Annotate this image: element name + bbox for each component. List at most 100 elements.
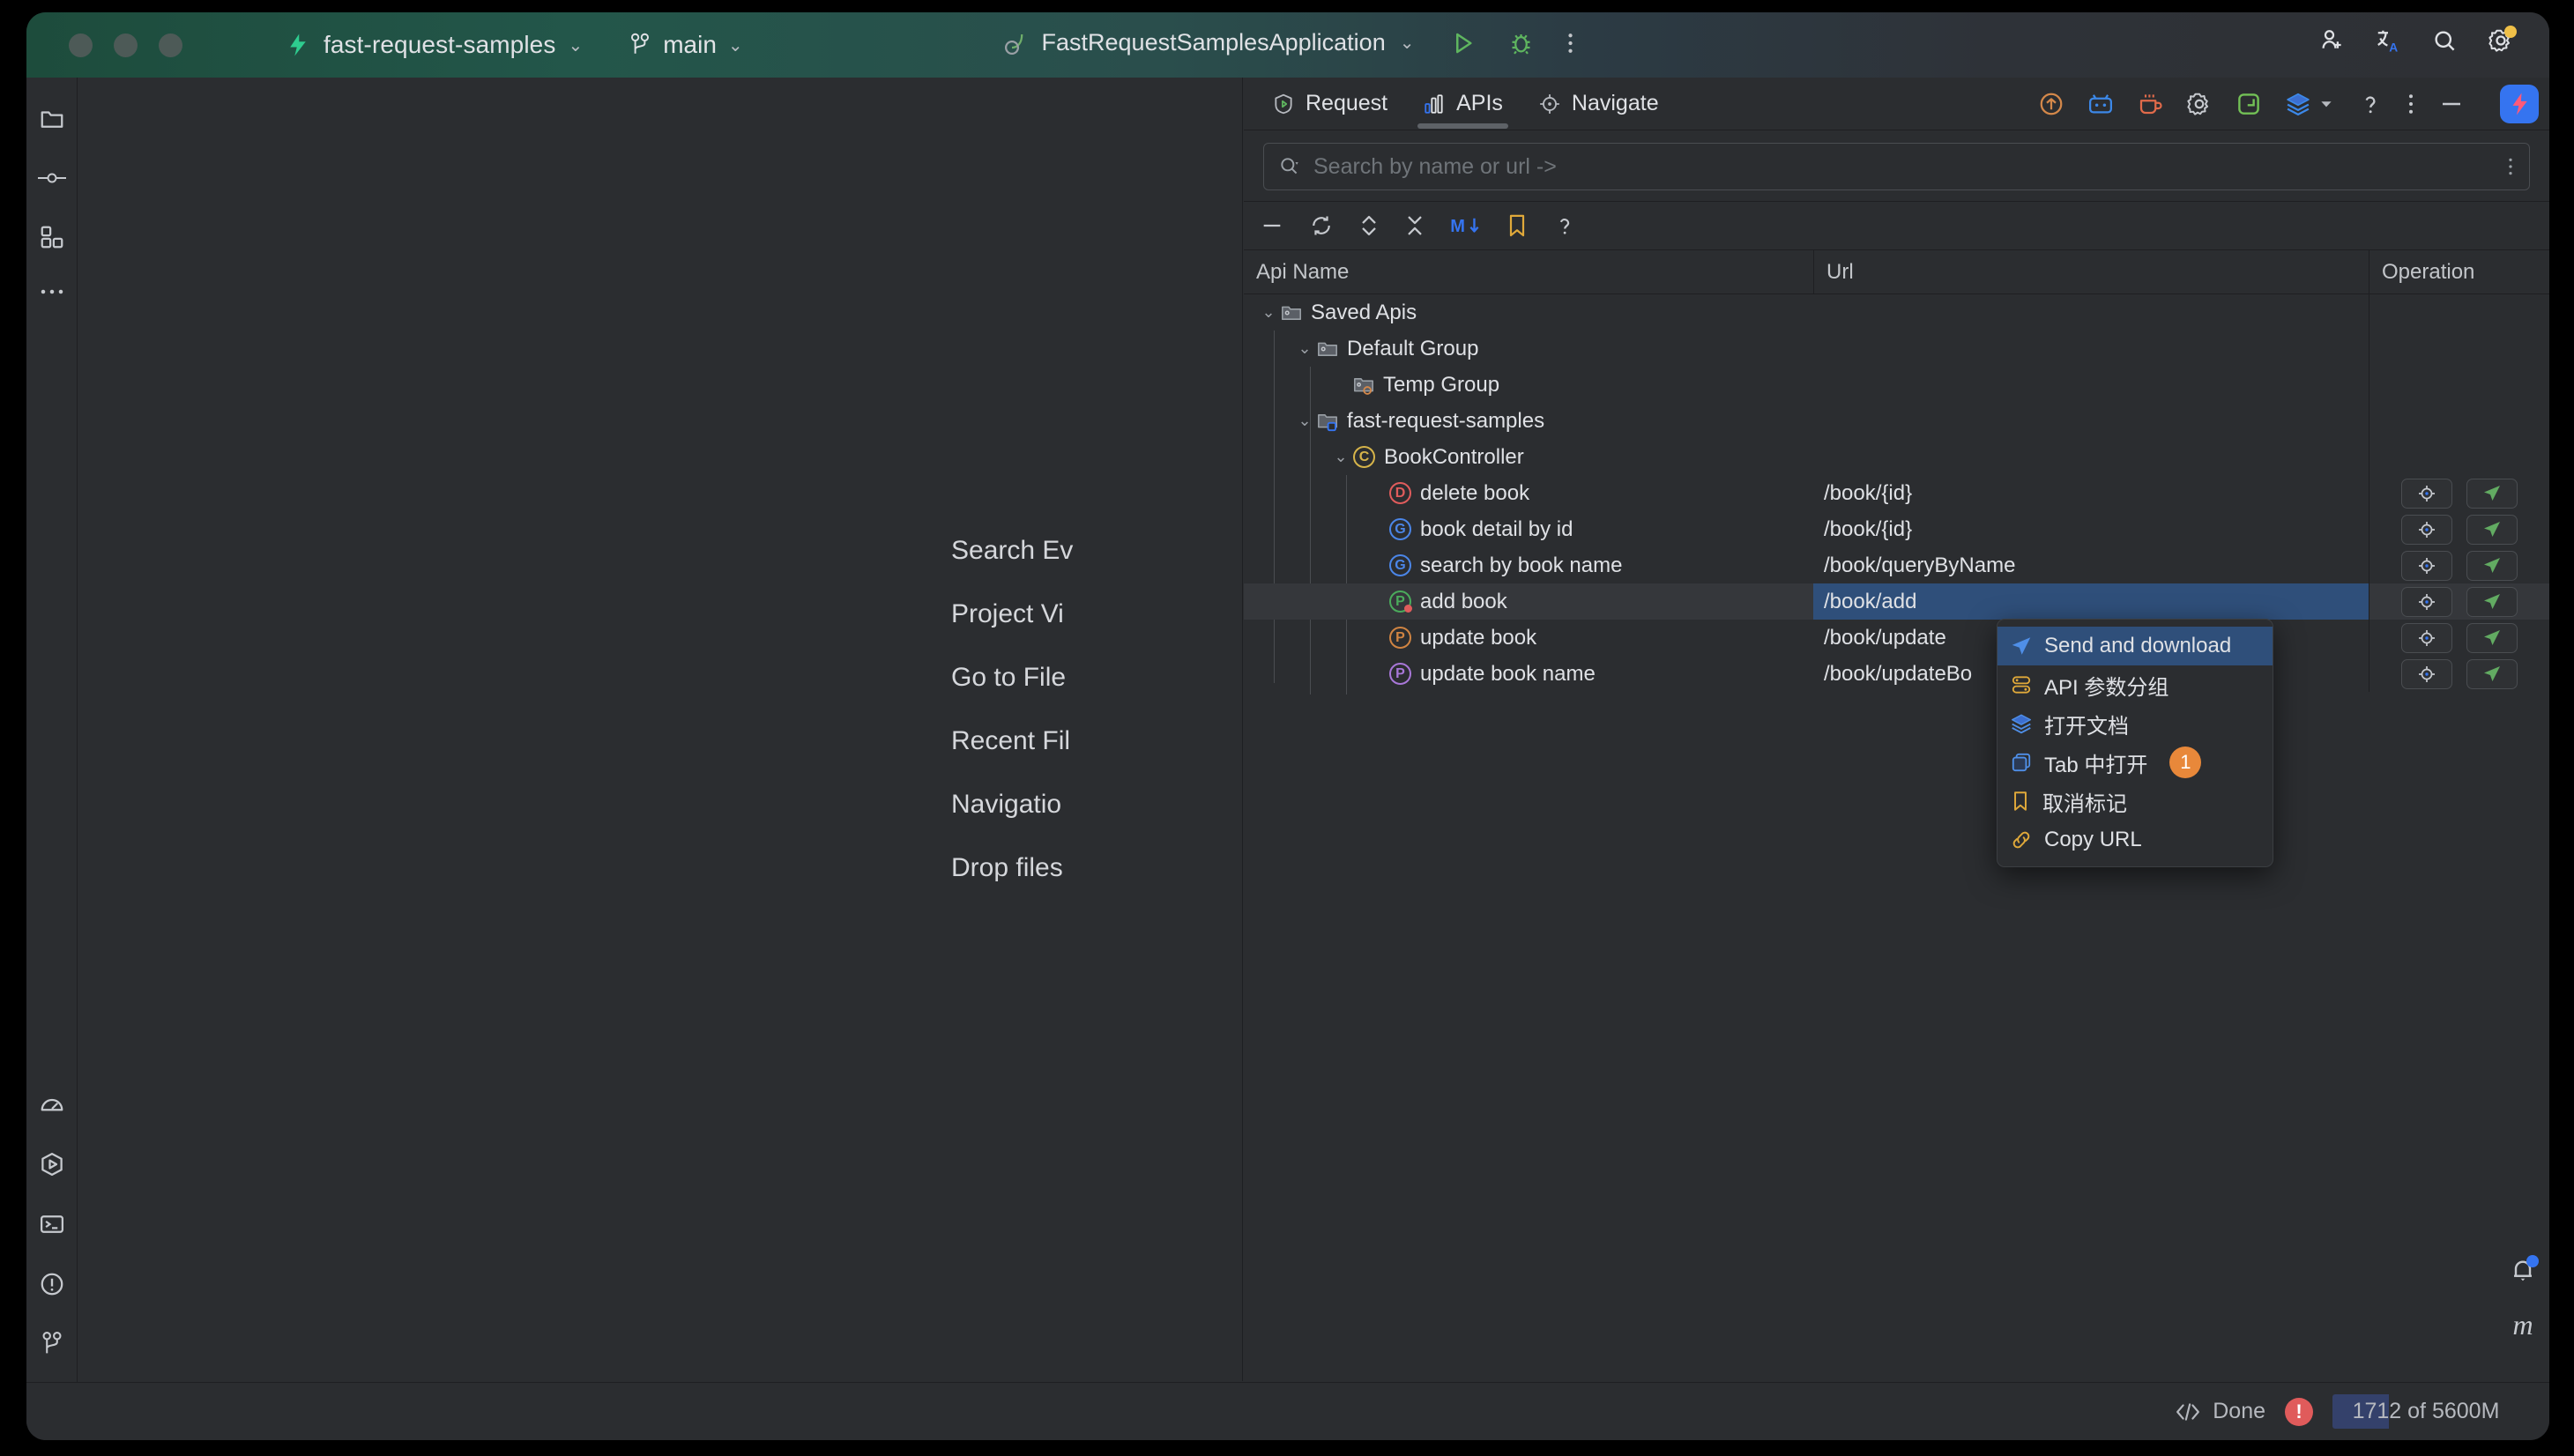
column-header-operation[interactable]: Operation: [2369, 250, 2549, 293]
run-config-name[interactable]: FastRequestSamplesApplication: [1042, 29, 1386, 56]
expand-frame-icon[interactable]: [2236, 91, 2262, 117]
minus-icon[interactable]: [1260, 213, 1284, 238]
chevron-down-icon[interactable]: ⌄: [1292, 412, 1317, 430]
chevron-down-icon[interactable]: ⌄: [1292, 339, 1317, 358]
chevron-down-icon[interactable]: [2318, 96, 2334, 112]
more-actions-button[interactable]: [1566, 30, 1574, 56]
window-controls[interactable]: [69, 33, 182, 57]
send-request-button[interactable]: [2466, 550, 2518, 581]
layers-icon[interactable]: [2285, 91, 2311, 117]
table-row[interactable]: ⌄ Default Group: [1244, 331, 2549, 367]
row-api-name[interactable]: ⌄ Saved Apis: [1244, 294, 1813, 331]
locate-api-button[interactable]: [2401, 622, 2452, 653]
search-input[interactable]: Search by name or url ->: [1263, 143, 2530, 190]
send-request-button[interactable]: [2466, 622, 2518, 653]
send-request-button[interactable]: [2466, 658, 2518, 689]
debug-button[interactable]: [1507, 30, 1534, 56]
locate-api-button[interactable]: [2401, 514, 2452, 545]
project-selector[interactable]: fast-request-samples ⌄: [285, 31, 583, 59]
editor-area[interactable]: Search Ev Project Vi Go to File Recent F…: [78, 78, 1243, 1381]
send-request-button[interactable]: [2466, 586, 2518, 617]
coffee-cup-icon[interactable]: [2137, 91, 2163, 117]
blocks-icon[interactable]: [39, 224, 65, 250]
row-api-name[interactable]: ⌄ G book detail by id: [1244, 511, 1813, 547]
magnifier-icon[interactable]: [2431, 27, 2458, 54]
arrow-up-circle-icon[interactable]: [2038, 91, 2064, 117]
context-menu-item-send-and-download[interactable]: Send and download: [1997, 627, 2273, 665]
context-menu-item-open-doc[interactable]: 打开文档: [1997, 704, 2273, 743]
close-window-button[interactable]: [69, 33, 93, 57]
minus-icon[interactable]: [2438, 91, 2465, 117]
gear-icon[interactable]: [2186, 91, 2213, 117]
table-row[interactable]: ⌄ fast-request-samples: [1244, 403, 2549, 439]
tab-navigate[interactable]: Navigate: [1521, 78, 1677, 130]
commit-icon[interactable]: [37, 169, 66, 187]
maven-tool-button[interactable]: m: [2512, 1309, 2533, 1341]
question-mark-icon[interactable]: [2357, 91, 2384, 117]
context-menu-item-copy-url[interactable]: Copy URL: [1997, 821, 2273, 859]
context-menu-item-open-in-tab[interactable]: Tab 中打开 1: [1997, 743, 2273, 782]
context-menu-item-remove-bookmark[interactable]: 取消标记: [1997, 782, 2273, 821]
terminal-icon[interactable]: [39, 1211, 65, 1237]
gear-icon[interactable]: [2488, 26, 2517, 54]
tab-apis[interactable]: APIs: [1405, 78, 1521, 130]
row-api-name[interactable]: ⌄ Temp Group: [1244, 367, 1813, 403]
api-tree-table[interactable]: ⌄ Saved Apis ⌄ Default Group Temp Group …: [1244, 294, 2549, 1365]
row-api-name[interactable]: ⌄ D delete book: [1244, 475, 1813, 511]
memory-indicator[interactable]: 1712 of 5600M: [2332, 1394, 2519, 1429]
table-row[interactable]: ⌄ Temp Group: [1244, 367, 2549, 403]
folder-icon[interactable]: [39, 106, 65, 132]
vertical-dots-icon[interactable]: [2407, 91, 2415, 117]
ellipsis-icon[interactable]: [39, 287, 65, 296]
tv-icon[interactable]: [2087, 91, 2114, 117]
git-branch-icon[interactable]: [41, 1331, 63, 1357]
column-header-api-name[interactable]: Api Name: [1244, 250, 1813, 293]
table-row[interactable]: ⌄ P update book name /book/updateBo: [1244, 656, 2549, 692]
bell-icon[interactable]: [2509, 1255, 2539, 1284]
context-menu-item-api-param-group[interactable]: API 参数分组: [1997, 665, 2273, 704]
run-hexagon-icon[interactable]: [39, 1151, 65, 1177]
table-row[interactable]: ⌄ Saved Apis: [1244, 294, 2549, 331]
table-row[interactable]: ⌄ P update book /book/update: [1244, 620, 2549, 656]
vertical-dots-icon[interactable]: [2506, 155, 2515, 178]
row-api-name[interactable]: ⌄ fast-request-samples: [1244, 403, 1813, 439]
translate-icon[interactable]: A: [2375, 27, 2401, 54]
locate-api-button[interactable]: [2401, 586, 2452, 617]
locate-api-button[interactable]: [2401, 478, 2452, 509]
row-api-name[interactable]: ⌄ P add book: [1244, 583, 1813, 620]
locate-api-button[interactable]: [2401, 550, 2452, 581]
gauge-icon[interactable]: [39, 1091, 65, 1118]
chevron-down-icon[interactable]: ⌄: [1328, 448, 1353, 466]
maximize-window-button[interactable]: [159, 33, 182, 57]
context-menu[interactable]: Send and download API 参数分组 打开文档 Tab 中打开 …: [1997, 619, 2273, 867]
status-done[interactable]: Done: [2176, 1399, 2265, 1424]
column-header-url[interactable]: Url: [1813, 250, 2369, 293]
question-mark-icon[interactable]: [1552, 213, 1577, 238]
chevron-down-icon[interactable]: ⌄: [1400, 32, 1415, 54]
markdown-down-icon[interactable]: M: [1450, 214, 1482, 237]
table-row[interactable]: ⌄ D delete book /book/{id}: [1244, 475, 2549, 511]
chevron-down-icon[interactable]: ⌄: [1256, 303, 1281, 322]
send-request-button[interactable]: [2466, 514, 2518, 545]
fast-request-logo-icon[interactable]: [2500, 85, 2539, 123]
bookmark-icon[interactable]: [1506, 213, 1528, 238]
send-request-button[interactable]: [2466, 478, 2518, 509]
status-badge[interactable]: !: [2285, 1397, 2313, 1426]
row-api-name[interactable]: ⌄ Default Group: [1244, 331, 1813, 367]
minimize-window-button[interactable]: [114, 33, 138, 57]
table-row-selected[interactable]: ⌄ P add book /book/add: [1244, 583, 2549, 620]
table-row[interactable]: ⌄ G book detail by id /book/{id}: [1244, 511, 2549, 547]
row-api-name[interactable]: ⌄ P update book name: [1244, 656, 1813, 692]
run-button[interactable]: [1449, 30, 1476, 56]
refresh-icon[interactable]: [1309, 213, 1334, 238]
search-dropdown-icon[interactable]: [1278, 155, 1301, 178]
row-api-name[interactable]: ⌄ P update book: [1244, 620, 1813, 656]
warning-circle-icon[interactable]: [39, 1271, 65, 1297]
locate-api-button[interactable]: [2401, 658, 2452, 689]
person-plus-icon[interactable]: [2318, 27, 2345, 54]
row-api-name[interactable]: ⌄ G search by book name: [1244, 547, 1813, 583]
table-row[interactable]: ⌄ C BookController: [1244, 439, 2549, 475]
table-row[interactable]: ⌄ G search by book name /book/queryByNam…: [1244, 547, 2549, 583]
branch-selector[interactable]: main ⌄: [629, 31, 743, 59]
expand-chevrons-icon[interactable]: [1358, 213, 1380, 238]
